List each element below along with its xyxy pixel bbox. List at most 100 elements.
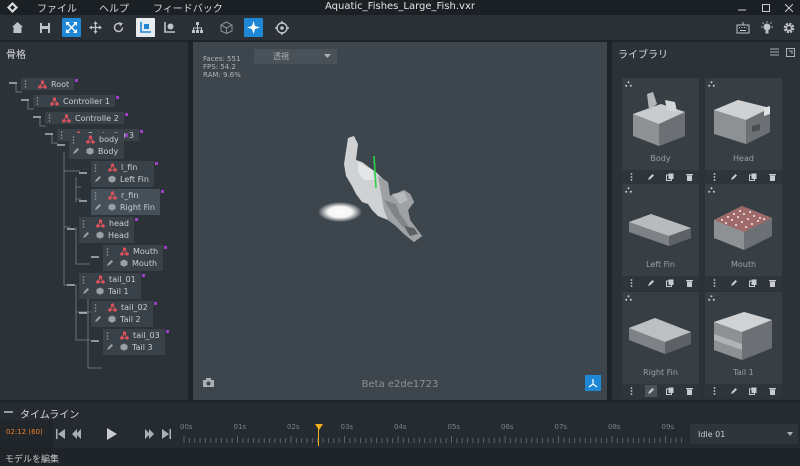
ruler-tick-label: 02s bbox=[287, 423, 300, 431]
home-icon[interactable] bbox=[8, 18, 27, 37]
target-icon[interactable] bbox=[272, 18, 291, 37]
fish-body-voxels bbox=[344, 136, 422, 242]
library-item-right-fin[interactable]: Right Fin bbox=[622, 292, 699, 398]
menu-feedback[interactable]: フィードバック bbox=[153, 0, 223, 15]
library-item-body[interactable]: Body bbox=[622, 78, 699, 184]
bone-outline-icon bbox=[625, 295, 632, 301]
library-item-actions bbox=[705, 170, 782, 184]
first-frame-button[interactable] bbox=[54, 425, 67, 442]
view-mode-label: 透視 bbox=[273, 52, 289, 61]
animation-select[interactable]: Idle 01 bbox=[690, 424, 798, 444]
save-icon[interactable] bbox=[35, 18, 54, 37]
animation-select-value: Idle 01 bbox=[698, 429, 726, 439]
more-icon[interactable] bbox=[626, 385, 638, 397]
library-thumbnail bbox=[714, 312, 772, 360]
axis-orient-icon[interactable] bbox=[585, 375, 601, 391]
library-panel: ライブラリ Body Head Left Fin Mouth Right Fin Tail… bbox=[612, 42, 800, 400]
duplicate-icon[interactable] bbox=[747, 277, 759, 289]
expand-panel-icon[interactable] bbox=[784, 46, 797, 58]
edit-icon[interactable] bbox=[645, 277, 657, 289]
library-item-actions bbox=[705, 384, 782, 398]
delete-icon[interactable] bbox=[683, 385, 695, 397]
edit-icon[interactable] bbox=[728, 277, 740, 289]
keyboard-icon[interactable] bbox=[733, 18, 752, 37]
app-logo-icon[interactable] bbox=[5, 1, 19, 15]
playhead[interactable] bbox=[314, 424, 323, 446]
sparkle-icon[interactable] bbox=[244, 18, 263, 37]
duplicate-icon[interactable] bbox=[664, 385, 676, 397]
next-frame-button[interactable] bbox=[143, 425, 156, 442]
library-item-label: Mouth bbox=[730, 260, 757, 269]
more-icon[interactable] bbox=[626, 171, 638, 183]
ruler-tick-label: 06s bbox=[501, 423, 514, 431]
resize-icon[interactable] bbox=[62, 18, 81, 37]
play-button[interactable] bbox=[104, 425, 120, 442]
pivot-icon[interactable] bbox=[136, 18, 155, 37]
more-icon[interactable] bbox=[709, 171, 721, 183]
library-item-tail-1[interactable]: Tail 1 bbox=[705, 292, 782, 398]
library-item-label: Body bbox=[650, 154, 671, 163]
cube-icon[interactable] bbox=[217, 18, 236, 37]
library-item-mouth[interactable]: Mouth bbox=[705, 184, 782, 290]
settings-icon[interactable] bbox=[779, 18, 798, 37]
ruler-tick-label: 01s bbox=[233, 423, 247, 431]
collapse-timeline-icon[interactable] bbox=[4, 407, 13, 416]
prev-frame-button[interactable] bbox=[70, 425, 83, 442]
toolbar bbox=[0, 15, 800, 40]
menu-help[interactable]: ヘルプ bbox=[99, 0, 129, 15]
duplicate-icon[interactable] bbox=[664, 277, 676, 289]
delete-icon[interactable] bbox=[683, 171, 695, 183]
library-thumbnail bbox=[629, 318, 691, 354]
3d-viewport[interactable]: Faces: 551 FPS: 54.2 RAM: 9.6% 透視 Beta e… bbox=[193, 42, 607, 400]
menu-file[interactable]: ファイル bbox=[37, 0, 77, 15]
hierarchy-icon[interactable] bbox=[188, 18, 207, 37]
duplicate-icon[interactable] bbox=[747, 385, 759, 397]
delete-icon[interactable] bbox=[766, 277, 778, 289]
edit-icon[interactable] bbox=[644, 385, 657, 397]
library-thumbnail bbox=[633, 92, 685, 146]
ruler-tick-label: 09s bbox=[661, 423, 675, 431]
library-item-head[interactable]: Head bbox=[705, 78, 782, 184]
skeleton-panel: 骨格 RootController 1Controlle 2Controller… bbox=[0, 42, 188, 400]
delete-icon[interactable] bbox=[766, 171, 778, 183]
library-item-left-fin[interactable]: Left Fin bbox=[622, 184, 699, 290]
stats-readout: Faces: 551 FPS: 54.2 RAM: 9.6% bbox=[203, 55, 241, 79]
fish-model bbox=[318, 136, 422, 242]
more-icon[interactable] bbox=[709, 385, 721, 397]
more-icon[interactable] bbox=[709, 277, 721, 289]
library-item-actions bbox=[705, 276, 782, 290]
delete-icon[interactable] bbox=[766, 385, 778, 397]
lightbulb-icon[interactable] bbox=[757, 18, 776, 37]
bone-outline-icon bbox=[625, 187, 632, 193]
ruler-tick-label: 07s bbox=[554, 423, 568, 431]
status-bar: モデルを編集 bbox=[0, 448, 800, 466]
library-thumbnail bbox=[714, 100, 770, 144]
edit-icon[interactable] bbox=[728, 171, 740, 183]
rotate-icon[interactable] bbox=[109, 18, 128, 37]
list-view-icon[interactable] bbox=[768, 46, 781, 58]
duplicate-icon[interactable] bbox=[664, 171, 676, 183]
library-item-actions bbox=[622, 170, 699, 184]
timeline-panel: タイムライン 02:12 (60) 00s 01s 02s 03s 04s 05s 06s 0… bbox=[0, 402, 800, 448]
ruler-tick-label: 03s bbox=[340, 423, 354, 431]
ram-stat: RAM: 9.6% bbox=[203, 71, 241, 79]
status-text: モデルを編集 bbox=[5, 455, 60, 465]
edit-icon[interactable] bbox=[728, 385, 740, 397]
library-item-actions bbox=[622, 276, 699, 290]
more-icon[interactable] bbox=[626, 277, 638, 289]
library-item-actions bbox=[622, 384, 699, 398]
duplicate-icon[interactable] bbox=[747, 171, 759, 183]
chevron-down-icon bbox=[324, 54, 331, 58]
attach-icon[interactable] bbox=[160, 18, 179, 37]
close-button[interactable] bbox=[777, 0, 800, 15]
edit-icon[interactable] bbox=[645, 171, 657, 183]
delete-icon[interactable] bbox=[683, 277, 695, 289]
library-item-label: Right Fin bbox=[643, 368, 678, 377]
version-label: Beta e2de1723 bbox=[361, 379, 439, 390]
timeline-ruler[interactable]: 00s 01s 02s 03s 04s 05s 06s 07s 08s 09s bbox=[178, 420, 686, 448]
last-frame-button[interactable] bbox=[160, 425, 173, 442]
minimize-button[interactable] bbox=[730, 0, 754, 15]
maximize-button[interactable] bbox=[754, 0, 778, 15]
view-mode-dropdown[interactable]: 透視 bbox=[254, 49, 337, 64]
move-icon[interactable] bbox=[86, 18, 105, 37]
